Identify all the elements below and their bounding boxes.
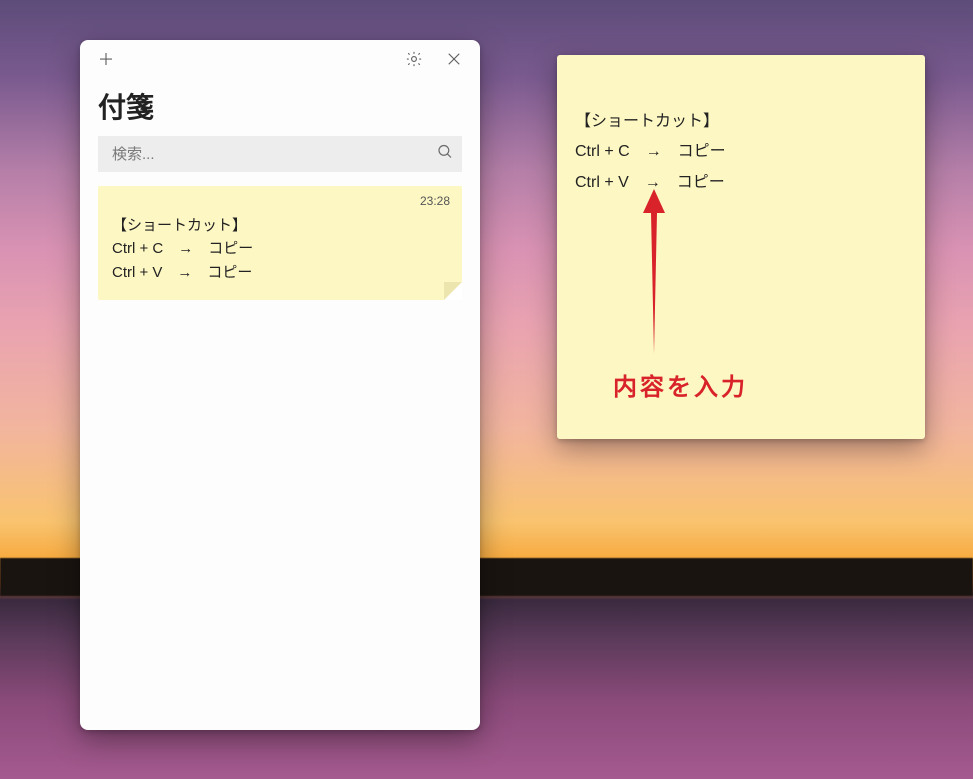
plus-icon (97, 50, 115, 71)
sticky-note-text[interactable]: 【ショートカット】 Ctrl + C → コピー Ctrl + V → コピー (575, 107, 907, 198)
new-note-button[interactable] (86, 40, 126, 80)
sticky-note-window[interactable]: 【ショートカット】 Ctrl + C → コピー Ctrl + V → コピー (557, 55, 925, 439)
gear-icon (405, 50, 423, 71)
close-button[interactable] (434, 40, 474, 80)
search-field-wrap (98, 136, 462, 172)
note-preview-text: 【ショートカット】 Ctrl + C → コピー Ctrl + V → コピー (112, 196, 448, 284)
search-input[interactable] (98, 136, 462, 172)
sticky-notes-list-window: 付箋 23:28 【ショートカット】 Ctrl + C → コピー Ctrl +… (80, 40, 480, 730)
note-timestamp: 23:28 (420, 194, 450, 208)
close-icon (445, 50, 463, 71)
note-card[interactable]: 23:28 【ショートカット】 Ctrl + C → コピー Ctrl + V … (98, 186, 462, 300)
titlebar (80, 40, 480, 80)
app-title: 付箋 (80, 80, 480, 136)
settings-button[interactable] (394, 40, 434, 80)
notes-list: 23:28 【ショートカット】 Ctrl + C → コピー Ctrl + V … (80, 186, 480, 730)
